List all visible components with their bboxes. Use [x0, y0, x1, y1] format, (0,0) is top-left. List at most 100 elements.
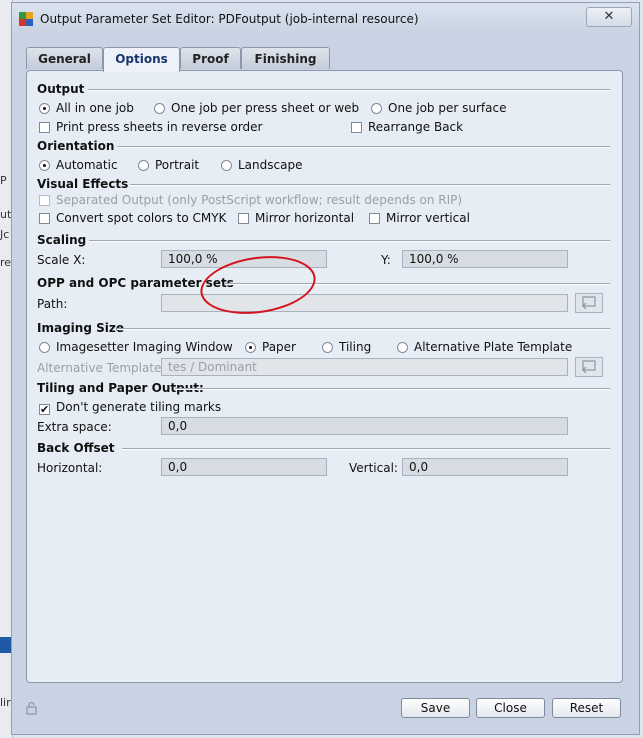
checkbox-mirror-vertical[interactable]: Mirror vertical	[369, 211, 470, 225]
radio-one-job-per-surface[interactable]: One job per surface	[371, 101, 506, 115]
radio-tiling[interactable]: Tiling	[322, 340, 371, 354]
radio-label: One job per surface	[388, 101, 507, 115]
checkbox-convert-spot-colors[interactable]: Convert spot colors to CMYK	[39, 211, 226, 225]
checkbox-label: Convert spot colors to CMYK	[56, 211, 227, 225]
vertical-offset-label: Vertical:	[349, 461, 398, 475]
radio-imagesetter-imaging-window[interactable]: Imagesetter Imaging Window	[39, 340, 233, 354]
radio-indicator	[322, 342, 333, 353]
radio-label: Portrait	[155, 158, 200, 172]
separator	[225, 283, 610, 285]
separator	[89, 240, 610, 242]
horizontal-offset-label: Horizontal:	[37, 461, 103, 475]
checkbox-indicator	[39, 195, 50, 206]
checkbox-indicator	[39, 122, 50, 133]
separator	[130, 184, 610, 186]
radio-label: Tiling	[339, 340, 372, 354]
checkbox-indicator: ✔	[39, 403, 50, 416]
radio-label: Automatic	[56, 158, 118, 172]
extra-space-label: Extra space:	[37, 420, 112, 434]
checkbox-label: Print press sheets in reverse order	[56, 120, 263, 134]
alternative-template-browse-button[interactable]	[575, 357, 603, 377]
section-visual-effects: Visual Effects	[37, 177, 129, 191]
radio-portrait[interactable]: Portrait	[138, 158, 199, 172]
checkbox-label: Mirror horizontal	[255, 211, 355, 225]
radio-landscape[interactable]: Landscape	[221, 158, 302, 172]
radio-indicator	[39, 103, 50, 114]
extra-space-input[interactable]: 0,0	[161, 417, 568, 435]
scale-y-input[interactable]: 100,0 %	[402, 250, 568, 268]
checkbox-indicator	[238, 213, 249, 224]
radio-automatic[interactable]: Automatic	[39, 158, 118, 172]
radio-all-in-one-job[interactable]: All in one job	[39, 101, 134, 115]
app-icon	[19, 12, 33, 26]
options-panel: Output All in one job One job per press …	[26, 70, 623, 683]
reset-button[interactable]: Reset	[552, 698, 621, 718]
separator	[88, 89, 610, 91]
tab-general[interactable]: General	[26, 47, 103, 69]
checkbox-mirror-horizontal[interactable]: Mirror horizontal	[238, 211, 354, 225]
radio-label: Landscape	[238, 158, 303, 172]
path-browse-button[interactable]	[575, 293, 603, 313]
scale-x-label: Scale X:	[37, 253, 86, 267]
separator	[175, 388, 610, 390]
radio-indicator	[138, 160, 149, 171]
background-text: ut	[0, 208, 12, 221]
section-scaling: Scaling	[37, 233, 87, 247]
checkbox-no-tiling-marks[interactable]: ✔ Don't generate tiling marks	[39, 400, 221, 415]
checkbox-separated-output[interactable]: Separated Output (only PostScript workfl…	[39, 193, 462, 207]
radio-indicator	[245, 342, 256, 353]
checkbox-label: Separated Output (only PostScript workfl…	[56, 193, 463, 207]
section-imaging-size: Imaging Size	[37, 321, 124, 335]
window-title: Output Parameter Set Editor: PDFoutput (…	[40, 12, 419, 26]
background-text: re	[0, 256, 12, 269]
background-text: P	[0, 174, 7, 187]
close-button[interactable]: Close	[476, 698, 545, 718]
checkbox-indicator	[39, 213, 50, 224]
title-bar: Output Parameter Set Editor: PDFoutput (…	[12, 3, 639, 33]
vertical-offset-input[interactable]: 0,0	[402, 458, 568, 476]
file-picker-icon	[582, 296, 596, 310]
section-back-offset: Back Offset	[37, 441, 115, 455]
separator	[122, 448, 610, 450]
alternative-template-input[interactable]: tes / Dominant	[161, 358, 568, 376]
lock-icon[interactable]	[25, 701, 39, 715]
section-opp-opc: OPP and OPC parameter sets	[37, 276, 234, 290]
checkbox-label: Mirror vertical	[386, 211, 470, 225]
radio-indicator	[371, 103, 382, 114]
checkbox-label: Rearrange Back	[368, 120, 464, 134]
checkbox-reverse-order[interactable]: Print press sheets in reverse order	[39, 120, 262, 134]
checkbox-indicator	[351, 122, 362, 133]
radio-paper[interactable]: Paper	[245, 340, 296, 354]
output-parameter-set-editor-dialog: Output Parameter Set Editor: PDFoutput (…	[11, 2, 640, 735]
horizontal-offset-input[interactable]: 0,0	[161, 458, 327, 476]
radio-alternative-plate-template[interactable]: Alternative Plate Template	[397, 340, 572, 354]
separator	[117, 146, 610, 148]
radio-indicator	[154, 103, 165, 114]
radio-label: One job per press sheet or web	[171, 101, 360, 115]
radio-indicator	[39, 160, 50, 171]
path-input[interactable]	[161, 294, 568, 312]
radio-label: Alternative Plate Template	[414, 340, 573, 354]
radio-label: All in one job	[56, 101, 134, 115]
tab-proof[interactable]: Proof	[180, 47, 241, 69]
radio-indicator	[221, 160, 232, 171]
radio-one-job-per-press-sheet[interactable]: One job per press sheet or web	[154, 101, 359, 115]
radio-indicator	[39, 342, 50, 353]
scale-y-label: Y:	[381, 253, 391, 267]
section-output: Output	[37, 82, 85, 96]
checkbox-rearrange-back[interactable]: Rearrange Back	[351, 120, 463, 134]
save-button[interactable]: Save	[401, 698, 470, 718]
radio-label: Imagesetter Imaging Window	[56, 340, 233, 354]
tab-options[interactable]: Options	[103, 47, 180, 72]
file-picker-icon	[582, 360, 596, 374]
background-text: Jc	[0, 228, 10, 241]
tab-finishing[interactable]: Finishing	[241, 47, 330, 69]
section-orientation: Orientation	[37, 139, 115, 153]
checkbox-label: Don't generate tiling marks	[56, 400, 222, 414]
close-window-button[interactable]: ✕	[586, 7, 632, 27]
alternative-template-label: Alternative Template:	[37, 361, 166, 375]
scale-x-input[interactable]: 100,0 %	[161, 250, 327, 268]
background-text: lir	[0, 696, 11, 709]
separator	[117, 328, 610, 330]
radio-label: Paper	[262, 340, 296, 354]
